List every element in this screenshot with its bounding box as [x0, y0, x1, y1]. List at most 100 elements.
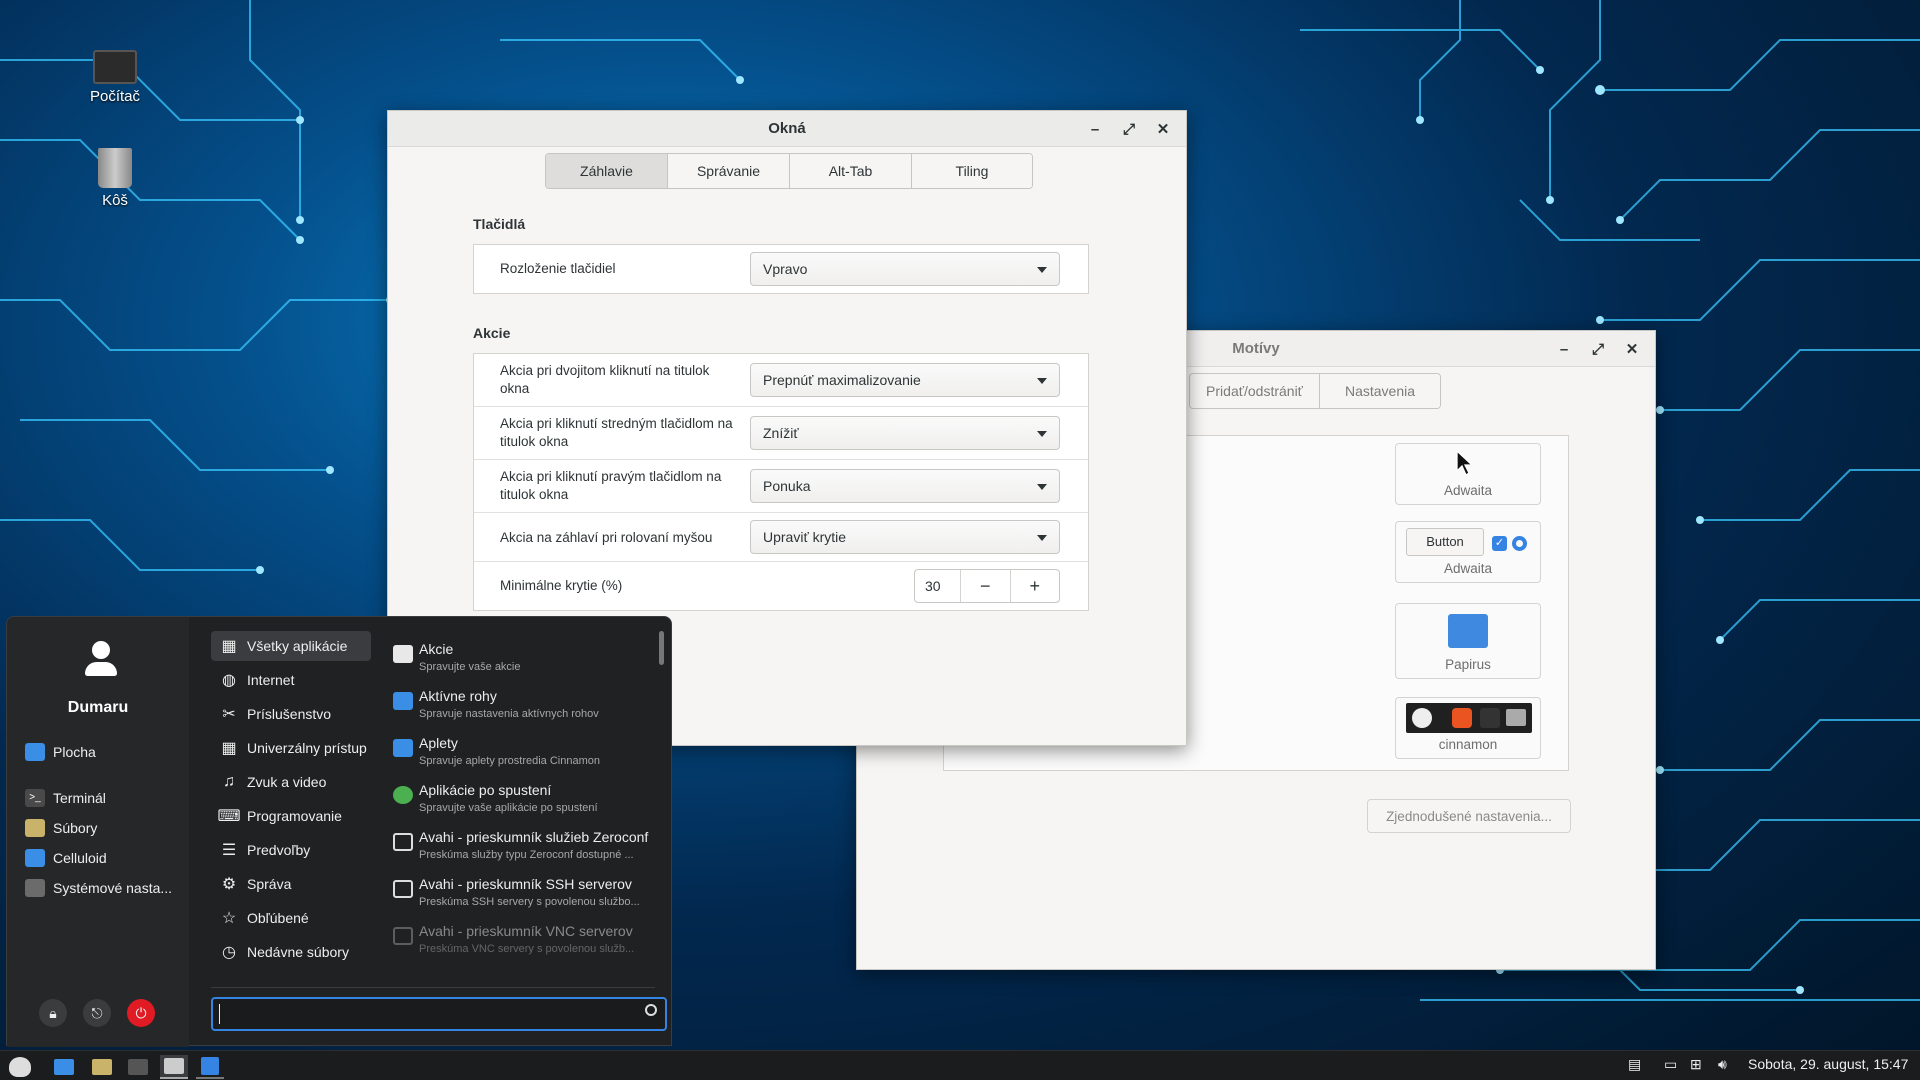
terminal-icon	[128, 1059, 148, 1075]
desktop-icon-computer[interactable]: Počítač	[60, 48, 170, 105]
increment-button[interactable]: +	[1011, 570, 1060, 602]
window-list-themes[interactable]	[196, 1055, 224, 1079]
right-click-combo[interactable]: Ponuka	[750, 469, 1060, 503]
simple-settings-button[interactable]: Zjednodušené nastavenia...	[1367, 799, 1571, 833]
minimize-button[interactable]: –	[1549, 335, 1579, 363]
mouse-cursor	[1456, 450, 1474, 476]
desktop-icon-label: Počítač	[89, 88, 141, 105]
clock[interactable]: Sobota, 29. august, 15:47	[1748, 1056, 1908, 1072]
category-label: Nedávne súbory	[247, 944, 349, 960]
maximize-button[interactable]: ⤢	[1583, 335, 1613, 363]
volume-icon[interactable]: 🔊︎	[1718, 1056, 1727, 1073]
trash-icon	[98, 148, 132, 188]
window-title: Motívy	[1232, 340, 1280, 357]
category-all-apps[interactable]: ▦ Všetky aplikácie	[211, 631, 371, 661]
desktop-icon-trash[interactable]: Kôš	[60, 148, 170, 209]
fav-system-settings[interactable]: Systémové nasta...	[25, 879, 172, 897]
category-favorites[interactable]: ☆ Obľúbené	[211, 903, 371, 933]
app-item[interactable]: Aplety Spravuje aplety prostredia Cinnamo…	[387, 731, 657, 777]
tab-header[interactable]: Záhlavie	[546, 154, 668, 188]
maximize-button[interactable]: ⤢	[1114, 115, 1144, 143]
theme-caption: Papirus	[1445, 657, 1491, 672]
theme-desktop[interactable]: cinnamon	[1395, 697, 1541, 759]
fav-files[interactable]: Súbory	[25, 819, 97, 837]
display-icon[interactable]: ▭	[1664, 1056, 1677, 1073]
min-opacity-value[interactable]: 30	[915, 570, 961, 602]
shutdown-button[interactable]: ⏻	[127, 999, 155, 1027]
close-button[interactable]: ✕	[1617, 335, 1647, 363]
preview-button: Button	[1406, 528, 1484, 556]
app-name: Akcie	[419, 641, 454, 657]
app-item[interactable]: Aktívne rohy Spravuje nastavenia aktívnyc…	[387, 684, 657, 730]
okna-titlebar[interactable]: Okná – ⤢ ✕	[388, 111, 1186, 147]
category-administration[interactable]: ⚙ Správa	[211, 869, 371, 899]
min-opacity-spinner: 30 − +	[914, 569, 1060, 603]
show-desktop-launcher[interactable]	[50, 1055, 78, 1079]
files-icon	[25, 819, 45, 837]
tab-alt-tab[interactable]: Alt-Tab	[790, 154, 912, 188]
tab-add-remove[interactable]: Pridať/odstrániť	[1190, 374, 1320, 408]
computer-icon	[93, 50, 137, 84]
app-name: Aktívne rohy	[419, 688, 497, 704]
menu-search-box[interactable]	[211, 997, 667, 1031]
logout-button[interactable]: ⎋	[83, 999, 111, 1027]
app-item[interactable]: Avahi - prieskumník VNC serverov Preskúma…	[387, 919, 657, 965]
middle-click-combo[interactable]: Znížiť	[750, 416, 1060, 450]
network-icon[interactable]: ⊞	[1690, 1056, 1702, 1073]
window-icon	[164, 1058, 184, 1074]
button-layout-combo[interactable]: Vpravo	[750, 252, 1060, 286]
hot-corners-icon	[393, 692, 413, 710]
tab-settings[interactable]: Nastavenia	[1320, 374, 1440, 408]
grid-icon: ▦	[221, 638, 237, 655]
terminal-launcher[interactable]	[124, 1055, 152, 1079]
category-sound-video[interactable]: ♫ Zvuk a video	[211, 767, 371, 797]
window-list-okna[interactable]	[160, 1055, 188, 1079]
menu-launcher[interactable]	[6, 1055, 34, 1079]
minimize-button[interactable]: –	[1080, 115, 1110, 143]
close-button[interactable]: ✕	[1148, 115, 1178, 143]
buttons-frame: Rozloženie tlačidiel Vpravo	[473, 244, 1089, 294]
category-label: Všetky aplikácie	[247, 638, 348, 654]
app-desc: Spravujte vaše akcie	[419, 661, 521, 673]
fav-label: Súbory	[53, 820, 98, 836]
category-preferences[interactable]: ☰ Predvoľby	[211, 835, 371, 865]
app-item[interactable]: Aplikácie po spustení Spravujte vaše apli…	[387, 778, 657, 824]
chevron-down-icon	[1037, 378, 1047, 384]
power-icon: ⏻	[135, 1004, 147, 1021]
category-recent-files[interactable]: ◷ Nedávne súbory	[211, 937, 371, 967]
category-internet[interactable]: ◍ Internet	[211, 665, 371, 695]
category-label: Univerzálny prístup	[247, 740, 367, 756]
lock-button[interactable]: 🔒︎	[39, 999, 67, 1027]
app-item[interactable]: Akcie Spravujte vaše akcie	[387, 637, 657, 683]
fav-terminal[interactable]: >_ Terminál	[25, 789, 106, 807]
app-item[interactable]: Avahi - prieskumník SSH serverov Preskúma…	[387, 872, 657, 918]
celluloid-icon	[25, 849, 45, 867]
fav-celluloid[interactable]: Celluloid	[25, 849, 107, 867]
files-launcher[interactable]	[88, 1055, 116, 1079]
search-input[interactable]	[219, 1004, 619, 1024]
app-desc: Spravujte vaše aplikácie po spustení	[419, 802, 598, 814]
tab-behavior[interactable]: Správanie	[668, 154, 790, 188]
category-accessories[interactable]: ✂ Príslušenstvo	[211, 699, 371, 729]
clock-icon: ◷	[222, 944, 236, 961]
category-programming[interactable]: ⌨ Programovanie	[211, 801, 371, 831]
okna-tabbar: Záhlavie Správanie Alt-Tab Tiling	[545, 153, 1033, 189]
category-universal-access[interactable]: ▦ Univerzálny prístup	[211, 733, 371, 763]
double-click-combo[interactable]: Prepnúť maximalizovanie	[750, 363, 1060, 397]
theme-icons[interactable]: Papirus	[1395, 603, 1541, 679]
category-label: Zvuk a video	[247, 774, 327, 790]
scroll-action-combo[interactable]: Upraviť krytie	[750, 520, 1060, 554]
printer-icon[interactable]: ▤	[1628, 1056, 1641, 1073]
app-item[interactable]: Avahi - prieskumník služieb Zeroconf Pres…	[387, 825, 657, 871]
chevron-down-icon	[1037, 267, 1047, 273]
avahi-icon	[393, 927, 413, 945]
section-buttons-header: Tlačidlá	[473, 216, 526, 232]
place-desktop[interactable]: Plocha	[25, 743, 96, 761]
fav-label: Celluloid	[53, 850, 107, 866]
tab-tiling[interactable]: Tiling	[912, 154, 1032, 188]
app-list-scrollbar[interactable]	[659, 631, 664, 665]
desktop-icon	[54, 1059, 74, 1075]
decrement-button[interactable]: −	[961, 570, 1011, 602]
actions-icon	[393, 645, 413, 663]
theme-controls[interactable]: Button ✓ Adwaita	[1395, 521, 1541, 583]
